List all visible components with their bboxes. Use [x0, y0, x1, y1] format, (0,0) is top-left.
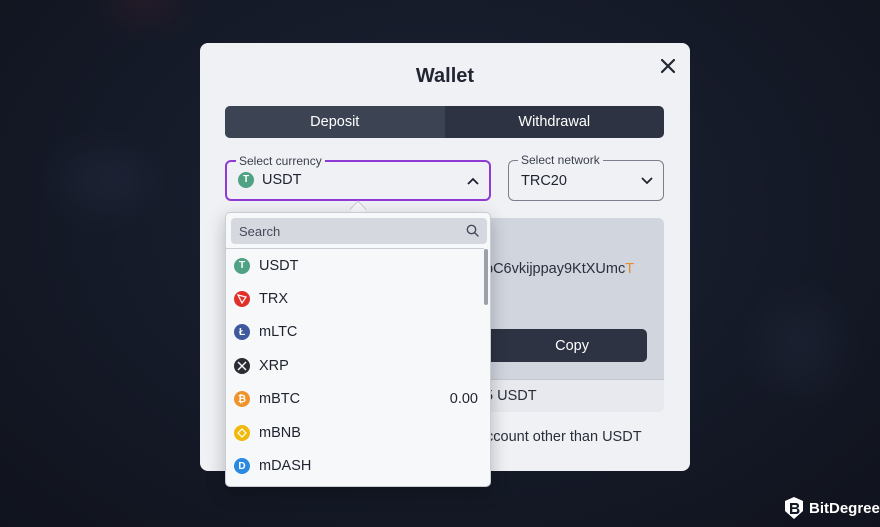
- search-icon: [466, 224, 479, 237]
- search-input[interactable]: Search: [231, 218, 487, 244]
- close-button[interactable]: [655, 53, 681, 79]
- currency-dropdown: Search T USDT TRX Ł mLTC XRP ₿ mBTC 0.00…: [225, 212, 491, 487]
- tron-icon: [234, 291, 250, 308]
- litecoin-icon: Ł: [234, 324, 250, 341]
- deposit-address[interactable]: bC6vkijppay9KtXUmcT: [485, 261, 634, 277]
- currency-option-usdt[interactable]: T USDT: [226, 249, 484, 282]
- tab-withdrawal[interactable]: Withdrawal: [445, 106, 665, 138]
- bnb-icon: [234, 424, 250, 441]
- tether-icon: T: [234, 257, 250, 274]
- currency-option-mbnb[interactable]: mBNB: [226, 416, 484, 449]
- deposit-address-panel: bC6vkijppay9KtXUmcT Copy 5 USDT: [470, 218, 664, 412]
- minimum-deposit: 5 USDT: [470, 379, 664, 412]
- brand-name: BitDegree: [809, 499, 880, 517]
- background-blur: [60, 150, 150, 210]
- copy-button[interactable]: Copy: [470, 329, 647, 362]
- tab-deposit[interactable]: Deposit: [225, 106, 445, 138]
- deposit-warning: ccount other than USDT: [486, 429, 642, 445]
- close-icon: [661, 59, 675, 73]
- network-select-value: TRC20: [521, 172, 567, 189]
- wallet-tabs: Deposit Withdrawal: [225, 106, 664, 138]
- modal-title: Wallet: [415, 65, 475, 87]
- dropdown-scrollbar[interactable]: [484, 249, 488, 305]
- xrp-icon: [234, 357, 250, 374]
- currency-list: T USDT TRX Ł mLTC XRP ₿ mBTC 0.00 mBNB D…: [226, 248, 484, 483]
- tether-coin-icon: T: [238, 171, 254, 188]
- dash-icon: D: [234, 458, 250, 475]
- chevron-down-icon: [641, 176, 653, 184]
- chevron-up-icon: [467, 177, 479, 185]
- balance-value: 0.00: [449, 391, 478, 408]
- currency-option-mbtc[interactable]: ₿ mBTC 0.00: [226, 383, 484, 416]
- bitdegree-watermark: BitDegree: [784, 496, 880, 520]
- currency-option-trx[interactable]: TRX: [226, 282, 484, 315]
- bitcoin-icon: ₿: [234, 391, 250, 408]
- currency-option-mltc[interactable]: Ł mLTC: [226, 316, 484, 349]
- network-select[interactable]: Select network TRC20: [508, 153, 664, 201]
- background-blur: [760, 300, 840, 390]
- background-blur: [110, 0, 180, 12]
- currency-select[interactable]: Select currency T USDT: [225, 154, 491, 201]
- bitdegree-logo-icon: [785, 497, 803, 519]
- currency-select-value: USDT: [262, 171, 302, 188]
- currency-option-xrp[interactable]: XRP: [226, 349, 484, 382]
- currency-option-mdash[interactable]: D mDASH: [226, 449, 484, 482]
